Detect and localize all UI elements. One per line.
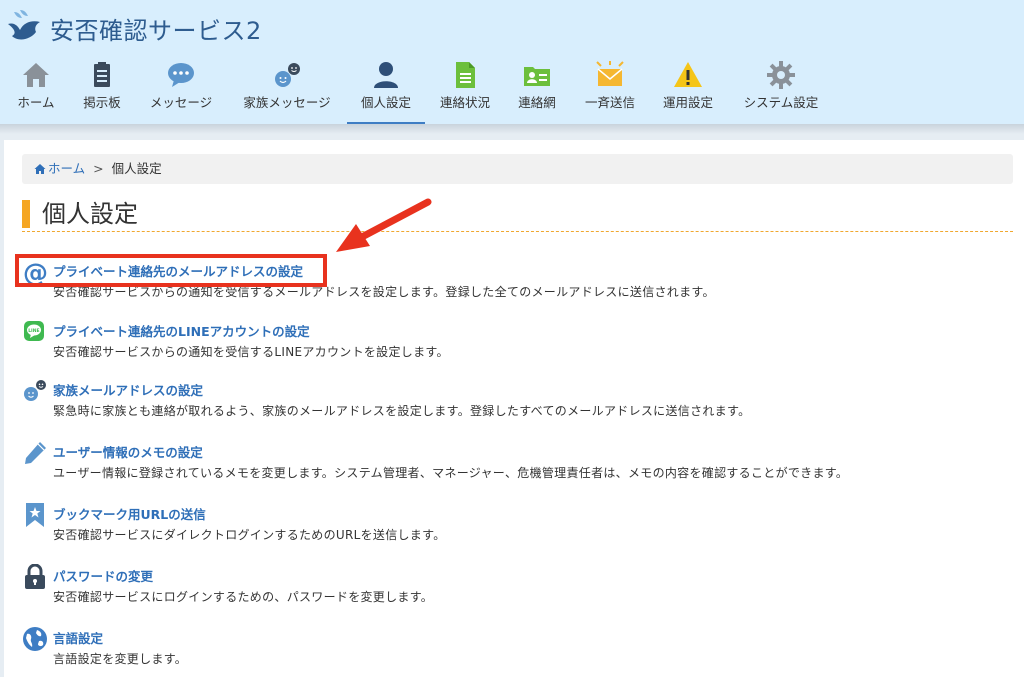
home-icon [34,163,46,174]
contact-folder-icon [524,67,550,86]
globe-icon [23,627,47,651]
item-description: 言語設定を変更します。 [53,652,188,666]
nav-bulletin[interactable]: 掲示板 [74,56,130,122]
nav-home[interactable]: ホーム [10,56,62,122]
family-faces-icon [275,63,300,87]
breadcrumb-separator: > [93,161,104,176]
private-line-settings-link[interactable]: プライベート連絡先のLINEアカウントの設定 [53,321,310,340]
nav-contact-network[interactable]: 連絡網 [510,56,564,122]
warning-icon [674,62,702,87]
nav-broadcast[interactable]: 一斉送信 [578,56,642,122]
family-faces-icon [24,380,46,401]
lock-icon [25,564,45,589]
nav-system-settings[interactable]: システム設定 [736,56,826,122]
nav-label: 運用設定 [662,95,713,110]
nav-label: メッセージ [149,95,213,110]
app-title: 安否確認サービス2 [50,16,262,45]
item-description: 安否確認サービスにダイレクトログインするためのURLを送信します。 [53,528,446,542]
nav-label: ホーム [17,95,55,110]
breadcrumb-home-link[interactable]: ホーム [48,161,85,176]
gear-icon [767,61,795,89]
nav-label: 個人設定 [360,95,411,110]
dove-logo-icon [8,10,40,40]
nav-family-message[interactable]: 家族メッセージ [236,56,338,122]
line-icon: LINE [24,321,44,341]
person-icon [374,62,398,88]
title-divider [22,231,1013,232]
page-title: 個人設定 [42,200,138,228]
nav-personal-settings[interactable]: 個人設定 [347,56,425,124]
app-logo[interactable]: 安否確認サービス2 [6,8,262,48]
document-icon [456,62,475,88]
nav-label: システム設定 [743,95,819,110]
nav-contact-status[interactable]: 連絡状況 [434,56,496,122]
user-memo-settings-link[interactable]: ユーザー情報のメモの設定 [53,442,203,461]
breadcrumb: ホーム > 個人設定 [22,154,1013,184]
item-description: ユーザー情報に登録されているメモを変更します。システム管理者、マネージャー、危機… [53,466,849,480]
header-shadow [0,124,1024,134]
item-description: 安否確認サービスにログインするための、パスワードを変更します。 [53,590,434,604]
chat-bubble-icon [168,63,194,87]
nav-message[interactable]: メッセージ [142,56,220,122]
nav-label: 一斉送信 [584,95,635,110]
breadcrumb-current: 個人設定 [111,161,162,176]
nav-label: 連絡状況 [439,95,490,110]
item-description: 緊急時に家族とも連絡が取れるよう、家族のメールアドレスを設定します。登録したすべ… [53,404,751,418]
item-description: 安否確認サービスからの通知を受信するLINEアカウントを設定します。 [53,345,449,359]
language-settings-link[interactable]: 言語設定 [53,628,103,647]
nav-label: 掲示板 [83,95,121,110]
title-accent-bar [22,200,30,228]
bookmark-url-send-link[interactable]: ブックマーク用URLの送信 [53,504,206,523]
nav-operation-settings[interactable]: 運用設定 [656,56,720,122]
bookmark-icon [26,503,44,527]
password-change-link[interactable]: パスワードの変更 [53,566,153,585]
broadcast-envelope-icon [596,61,624,86]
svg-text:LINE: LINE [28,328,39,334]
pencil-icon [25,442,46,464]
app-header: 安否確認サービス2 ホーム 掲示板 メッセージ 家族メッセージ 個人設定 連絡状… [0,0,1024,124]
annotation-arrow-icon [336,198,432,252]
family-email-settings-link[interactable]: 家族メールアドレスの設定 [53,380,203,399]
clipboard-icon [94,62,110,87]
nav-label: 家族メッセージ [243,95,331,110]
highlight-box [15,254,327,287]
nav-label: 連絡網 [518,95,556,110]
home-icon [23,63,49,87]
